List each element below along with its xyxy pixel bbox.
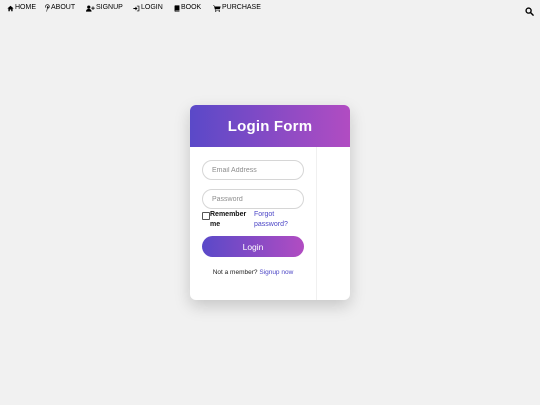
cart-icon [213,5,221,12]
signup-link[interactable]: Signup now [259,269,293,276]
nav-item-label: BOOK [181,4,202,11]
nav-item-purchase[interactable]: PURCHASE [213,3,261,13]
pinterest-icon [45,4,50,12]
signup-prompt-text: Not a member? [212,269,258,276]
login-form-title: Login Form [227,117,313,135]
nav-item-label: LOGIN [141,4,163,11]
remember-me-label[interactable]: Remember me [210,210,250,230]
remember-me-row: Remember me [202,210,250,232]
login-card-header: Login Form [190,105,350,147]
sign-in-icon [133,5,140,12]
book-icon [174,4,180,12]
remember-me-checkbox[interactable] [202,212,210,220]
login-button[interactable]: Login [202,236,304,257]
nav-item-signup[interactable]: SIGNUP [86,3,123,13]
nav-item-label: ABOUT [51,4,76,11]
nav-item-label: HOME [15,4,36,11]
nav-item-login[interactable]: LOGIN [133,3,163,13]
forgot-password-link[interactable]: Forgot password? [254,210,304,230]
card-divider [316,147,317,300]
home-icon [7,5,14,12]
password-field[interactable] [202,189,304,209]
user-plus-icon [86,5,95,12]
top-navigation: HOME ABOUT SIGNUP LOGIN BOOK PURCHASE [0,0,540,16]
email-field[interactable] [202,160,304,180]
nav-item-label: SIGNUP [96,4,123,11]
nav-item-label: PURCHASE [222,4,261,11]
nav-item-book[interactable]: BOOK [174,3,201,13]
nav-item-home[interactable]: HOME [7,3,36,13]
search-icon[interactable] [525,3,534,16]
signup-prompt-line: Not a member? Signup now [190,269,316,276]
nav-item-about[interactable]: ABOUT [45,3,75,13]
